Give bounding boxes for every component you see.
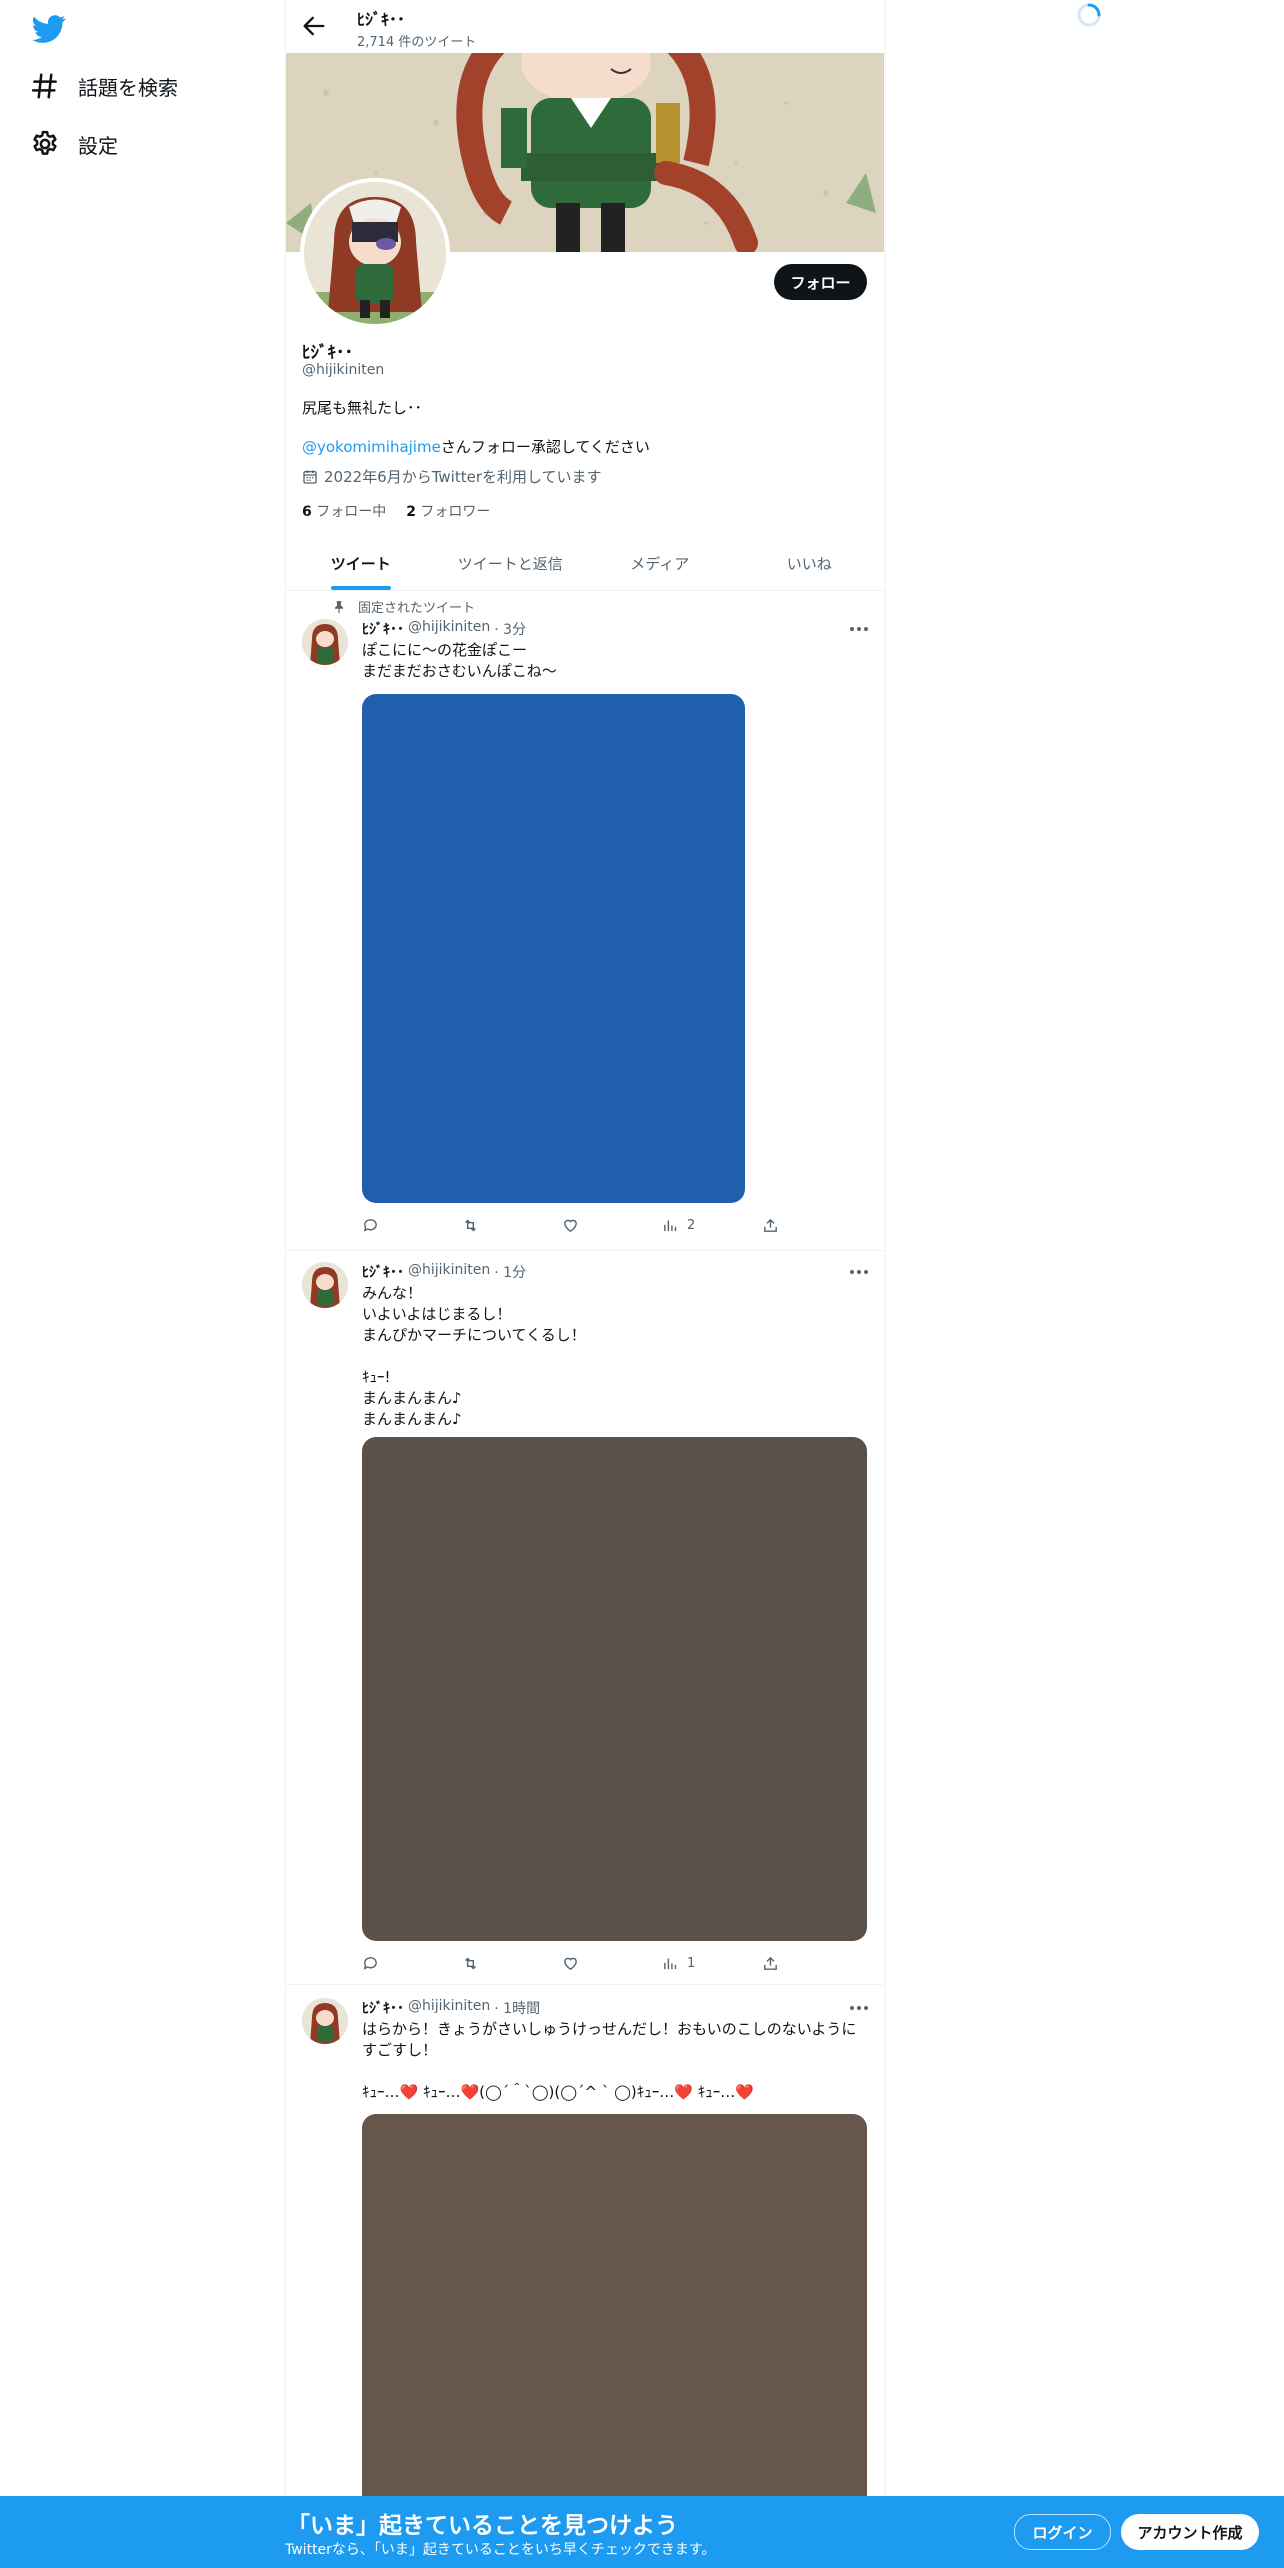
tweet-text: ぽこにに～の花金ぽこー まだまだおさむいんぽこね～ [362, 641, 557, 680]
profile-handle: @hijikiniten [302, 362, 385, 378]
retweet-icon [465, 1219, 476, 1232]
twitter-bird-icon[interactable] [32, 12, 66, 46]
hashtag-icon [31, 73, 57, 99]
reply-button[interactable] [362, 1217, 462, 1234]
views-button[interactable]: 1 [662, 1955, 762, 1972]
tab-tweets[interactable]: ツイート [286, 536, 436, 590]
tab-likes[interactable]: いいね [735, 536, 885, 590]
tweet-avatar[interactable] [302, 619, 348, 665]
signup-prompt-subtitle: Twitterなら、「いま」起きていることをいち早くチェックできます。 [285, 2542, 716, 2558]
gear-icon [33, 130, 57, 155]
like-button[interactable] [562, 1955, 662, 1972]
profile-joined: 2022年6月からTwitterを利用しています [302, 466, 602, 487]
header-tweet-count: 2,714 件のツイート [357, 35, 477, 50]
retweet-button[interactable] [462, 1955, 562, 1972]
profile-avatar[interactable] [300, 178, 450, 328]
tweet-author-name[interactable]: ﾋｼﾞｷ･･ [362, 619, 404, 639]
tweet-avatar[interactable] [302, 1998, 348, 2044]
tweet-author-handle[interactable]: @hijikiniten [408, 1998, 490, 2018]
tweet-actions: 1 [362, 1955, 862, 1972]
nav-settings[interactable]: 設定 [30, 124, 118, 164]
tab-label: いいね [786, 554, 832, 573]
tab-tweets-and-replies[interactable]: ツイートと返信 [436, 536, 586, 590]
share-icon [764, 1956, 777, 1970]
share-button[interactable] [762, 1955, 862, 1972]
following-count: 6 [302, 504, 312, 520]
share-icon [764, 1218, 777, 1232]
like-button[interactable] [562, 1217, 662, 1234]
header-name: ﾋｼﾞｷ･･ [357, 10, 406, 29]
signup-prompt-title: 「いま」起きていることを見つけよう [287, 2513, 678, 2539]
followers-label: フォロワー [420, 504, 491, 520]
more-icon[interactable] [848, 2001, 870, 2015]
tweet-author-name[interactable]: ﾋｼﾞｷ･･ [362, 1998, 404, 2018]
views-count: 2 [687, 1218, 696, 1233]
mention-link[interactable]: @yokomimihajime [302, 438, 441, 456]
profile-name: ﾋｼﾞｷ･･ [302, 343, 353, 363]
loading-spinner-icon [1077, 3, 1101, 27]
tweet-media[interactable] [362, 694, 745, 1203]
tweet-avatar[interactable] [302, 1262, 348, 1308]
joined-text: 2022年6月からTwitterを利用しています [324, 468, 602, 486]
views-count: 1 [687, 1956, 696, 1971]
followers-count: 2 [406, 504, 416, 520]
tweet-author-name[interactable]: ﾋｼﾞｷ･･ [362, 1262, 404, 1282]
pinned-label: 固定されたツイート [332, 597, 475, 616]
profile-bio: 尻尾も無礼たし･･ [302, 399, 423, 417]
retweet-button[interactable] [462, 1217, 562, 1234]
tweet-header: ﾋｼﾞｷ･･ @hijikiniten · 1分 [362, 1262, 526, 1282]
tweet-actions: 2 [362, 1217, 862, 1234]
tweet-media[interactable] [362, 1437, 867, 1941]
avatar-image [304, 182, 446, 324]
tweet-text: みんな！ いよいよはじまるし！ まんぴかマーチについてくるし！ ｷｭｰ! まんま… [362, 1284, 586, 1428]
tweet-author-handle[interactable]: @hijikiniten [408, 619, 490, 639]
views-chart-icon [664, 1958, 677, 1970]
views-chart-icon [664, 1220, 677, 1232]
tab-label: ツイートと返信 [457, 554, 563, 573]
views-button[interactable]: 2 [662, 1217, 762, 1234]
calendar-icon [303, 469, 317, 484]
tab-label: ツイート [330, 554, 391, 573]
following-link[interactable]: 6 フォロー中 [302, 501, 386, 521]
nav-settings-label: 設定 [78, 133, 118, 158]
back-arrow-icon[interactable] [300, 12, 328, 40]
tweet-time[interactable]: · 1分 [494, 1262, 526, 1282]
tweet-header: ﾋｼﾞｷ･･ @hijikiniten · 1時間 [362, 1998, 540, 2018]
profile-stats: 6 フォロー中 2 フォロワー [302, 501, 490, 521]
tab-active-indicator [330, 586, 391, 590]
nav-explore[interactable]: 話題を検索 [30, 66, 178, 106]
more-icon[interactable] [848, 1265, 870, 1279]
tab-media[interactable]: メディア [585, 536, 735, 590]
followers-link[interactable]: 2 フォロワー [406, 501, 490, 521]
signup-button[interactable]: アカウント作成 [1121, 2514, 1259, 2550]
tweet-author-handle[interactable]: @hijikiniten [408, 1262, 490, 1282]
heart-icon [564, 1219, 577, 1233]
tweet-text: はらから！きょうがさいしゅうけっせんだし！おもいのこしのないようにすごすし！ ｷ… [362, 2020, 857, 2101]
tweet-time[interactable]: · 1時間 [494, 1998, 540, 2018]
following-label: フォロー中 [316, 504, 387, 520]
pin-icon [334, 600, 344, 613]
profile-note-text: さんフォロー承認してください [440, 438, 650, 456]
tab-label: メディア [630, 554, 690, 573]
more-icon[interactable] [848, 622, 870, 636]
reply-button[interactable] [362, 1955, 462, 1972]
pinned-text: 固定されたツイート [358, 601, 476, 616]
heart-icon [564, 1957, 577, 1971]
profile-tabs: ツイート ツイートと返信 メディア いいね [286, 536, 884, 591]
tweet-time[interactable]: · 3分 [494, 619, 526, 639]
reply-icon [363, 1219, 377, 1232]
profile-note: @yokomimihajimeさんフォロー承認してください [302, 436, 650, 457]
nav-explore-label: 話題を検索 [78, 75, 178, 100]
follow-button[interactable]: フォロー [774, 264, 867, 300]
retweet-icon [465, 1957, 476, 1970]
reply-icon [363, 1957, 377, 1970]
share-button[interactable] [762, 1217, 862, 1234]
tweet-header: ﾋｼﾞｷ･･ @hijikiniten · 3分 [362, 619, 526, 639]
login-button[interactable]: ログイン [1014, 2514, 1111, 2550]
